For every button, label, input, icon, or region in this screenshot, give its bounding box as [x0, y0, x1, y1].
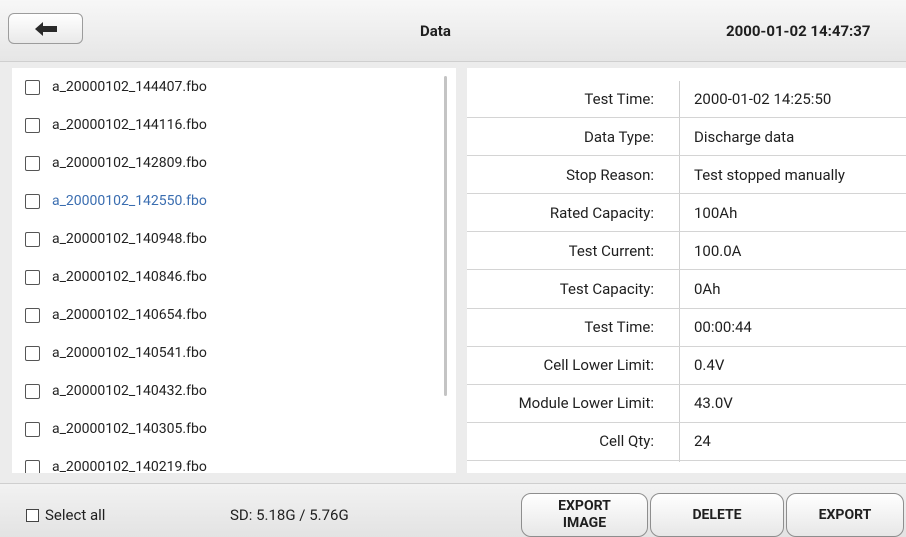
detail-value: 2000-01-02 14:25:50	[694, 89, 832, 108]
export-image-button[interactable]: EXPORT IMAGE	[521, 493, 648, 537]
file-list-item[interactable]: a_20000102_140219.fbo	[12, 448, 442, 473]
file-name: a_20000102_140654.fbo	[52, 307, 207, 323]
detail-row: Test Current: 100.0A	[467, 232, 906, 271]
file-checkbox[interactable]	[25, 383, 40, 399]
detail-row: Cell Qty: 24	[467, 423, 906, 461]
detail-label: Rated Capacity:	[549, 203, 654, 222]
detail-row: Cell Lower Limit: 0.4V	[467, 347, 906, 385]
detail-table: Test Time: 2000-01-02 14:25:50 Data Type: D…	[467, 68, 906, 473]
detail-row: Rated Capacity: 100Ah	[467, 194, 906, 233]
file-name: a_20000102_142550.fbo	[52, 193, 207, 209]
file-list-item[interactable]: a_20000102_142550.fbo	[12, 182, 442, 220]
file-list-item[interactable]: a_20000102_140432.fbo	[12, 372, 442, 410]
file-list-item[interactable]: a_20000102_140654.fbo	[12, 296, 442, 334]
page-title: Data	[420, 22, 451, 40]
detail-value: Test stopped manually	[694, 165, 846, 184]
select-all-checkbox[interactable]: Select all	[26, 506, 105, 524]
detail-value: 24	[694, 432, 711, 451]
export-image-label-line2: IMAGE	[562, 515, 607, 531]
sd-storage-info: SD: 5.18G / 5.76G	[230, 506, 349, 524]
file-checkbox[interactable]	[25, 459, 40, 473]
detail-value: 43.0V	[694, 394, 733, 413]
detail-row: Test Time: 2000-01-02 14:25:50	[467, 80, 906, 118]
back-button[interactable]	[8, 13, 83, 44]
detail-value: 100Ah	[694, 203, 738, 222]
file-name: a_20000102_140541.fbo	[52, 345, 207, 361]
file-checkbox[interactable]	[25, 117, 40, 133]
detail-value: 100.0A	[694, 241, 742, 260]
file-list-item[interactable]: a_20000102_140948.fbo	[12, 220, 442, 258]
scrollbar-thumb[interactable]	[444, 76, 447, 396]
detail-row: Test Capacity: 0Ah	[467, 271, 906, 309]
file-list-item[interactable]: a_20000102_142809.fbo	[12, 144, 442, 182]
file-list-item[interactable]: a_20000102_144116.fbo	[12, 106, 442, 144]
file-checkbox[interactable]	[25, 79, 40, 95]
file-list-item[interactable]: a_20000102_140305.fbo	[12, 410, 442, 448]
file-list-item[interactable]: a_20000102_144407.fbo	[12, 68, 442, 106]
detail-label: Stop Reason:	[566, 165, 654, 184]
file-checkbox[interactable]	[25, 231, 40, 247]
checkbox-icon	[26, 508, 39, 522]
export-button[interactable]: EXPORT	[786, 493, 904, 537]
detail-row: Test Time: 00:00:44	[467, 309, 906, 347]
detail-label: Test Time:	[584, 89, 654, 108]
file-name: a_20000102_140305.fbo	[52, 421, 207, 437]
file-checkbox[interactable]	[25, 345, 40, 361]
select-all-label: Select all	[45, 506, 106, 524]
file-name: a_20000102_140432.fbo	[52, 383, 207, 399]
file-name: a_20000102_144407.fbo	[52, 79, 207, 95]
detail-label: Data Type:	[583, 127, 654, 146]
current-datetime: 2000-01-02 14:47:37	[726, 22, 871, 40]
back-arrow-icon	[34, 21, 57, 36]
file-name: a_20000102_142809.fbo	[52, 155, 207, 171]
file-checkbox[interactable]	[25, 193, 40, 209]
file-list-item[interactable]: a_20000102_140541.fbo	[12, 334, 442, 372]
detail-row: Stop Reason: Test stopped manually	[467, 156, 906, 195]
title-bar: Data 2000-01-02 14:47:37	[0, 0, 906, 62]
file-name: a_20000102_144116.fbo	[52, 117, 207, 133]
file-checkbox[interactable]	[25, 307, 40, 323]
file-name: a_20000102_140846.fbo	[52, 269, 207, 285]
export-image-label-line1: EXPORT	[558, 498, 611, 514]
detail-value: 00:00:44	[694, 318, 752, 337]
detail-label: Test Capacity:	[559, 280, 654, 298]
bottom-toolbar: Select all SD: 5.18G / 5.76G EXPORT IMAG…	[0, 483, 906, 537]
detail-row: Module Lower Limit: 43.0V	[467, 385, 906, 423]
file-name: a_20000102_140219.fbo	[52, 459, 207, 473]
detail-value: 0.4V	[694, 356, 725, 375]
delete-button[interactable]: DELETE	[650, 493, 784, 537]
detail-label: Test Current:	[568, 241, 654, 260]
file-list[interactable]: a_20000102_144407.fbo a_20000102_144116.f…	[12, 68, 456, 473]
detail-row: Data Type: Discharge data	[467, 118, 906, 157]
file-checkbox[interactable]	[25, 155, 40, 171]
detail-value: Discharge data	[694, 127, 795, 146]
detail-label: Cell Qty:	[599, 432, 654, 451]
file-list-item[interactable]: a_20000102_140846.fbo	[12, 258, 442, 296]
detail-label: Module Lower Limit:	[518, 394, 654, 413]
detail-label: Cell Lower Limit:	[543, 356, 654, 375]
file-name: a_20000102_140948.fbo	[52, 231, 207, 247]
detail-value: 0Ah	[694, 280, 721, 298]
file-checkbox[interactable]	[25, 421, 40, 437]
detail-label: Test Time:	[584, 318, 654, 337]
file-checkbox[interactable]	[25, 269, 40, 285]
